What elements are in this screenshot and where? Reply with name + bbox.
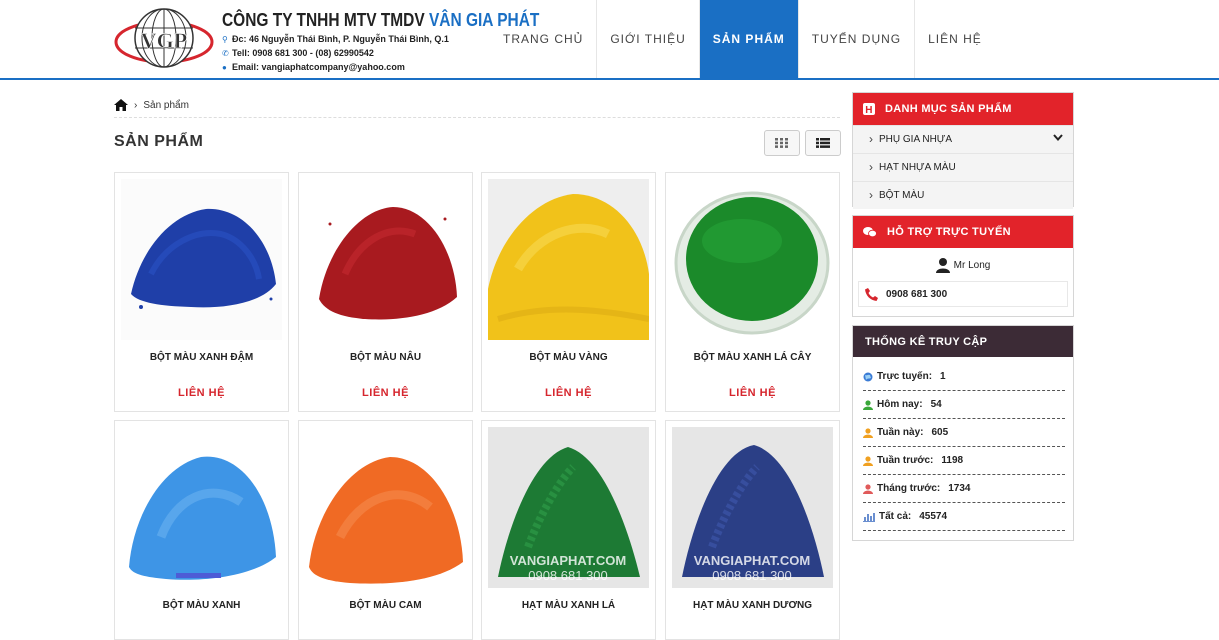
support-person: Mr Long xyxy=(853,258,1073,273)
product-card[interactable]: BỘT MÀU XANH xyxy=(114,420,289,640)
globe-icon xyxy=(863,372,873,381)
watermark-phone: 0908 681 300 xyxy=(528,568,608,583)
product-card[interactable]: BỘT MÀU XANH ĐẬM LIÊN HỆ xyxy=(114,172,289,412)
product-image[interactable]: VANGIAPHAT.COM 0908 681 300 xyxy=(488,427,649,588)
category-item[interactable]: BỘT MÀU xyxy=(853,181,1073,209)
logo-text: VGP xyxy=(141,28,187,53)
product-title[interactable]: HẠT MÀU XANH LÁ xyxy=(482,600,655,611)
stat-today: Hôm nay: 54 xyxy=(863,391,1065,419)
main-nav: TRANG CHỦ GIỚI THIỆU SẢN PHẨM TUYỂN DỤNG… xyxy=(490,0,995,78)
watermark-phone: 0908 681 300 xyxy=(712,568,792,583)
grid-view-button[interactable] xyxy=(764,130,800,156)
breadcrumb: › Sản phẩm xyxy=(114,93,840,118)
product-title[interactable]: BỘT MÀU NÂU xyxy=(299,352,472,363)
product-card[interactable]: BỘT MÀU VÀNG LIÊN HỆ xyxy=(481,172,656,412)
breadcrumb-separator: › xyxy=(134,99,138,111)
product-card[interactable]: BỘT MÀU NÂU LIÊN HỆ xyxy=(298,172,473,412)
support-phone[interactable]: 0908 681 300 xyxy=(858,281,1068,307)
product-image[interactable] xyxy=(305,179,466,340)
phone-icon xyxy=(865,287,878,301)
category-item[interactable]: HẠT NHỰA MÀU xyxy=(853,153,1073,181)
location-icon: ⚲ xyxy=(222,34,228,44)
nav-home[interactable]: TRANG CHỦ xyxy=(490,0,598,78)
product-card[interactable]: BỘT MÀU CAM xyxy=(298,420,473,640)
breadcrumb-current: Sản phẩm xyxy=(143,99,189,111)
support-box: HỖ TRỢ TRỰC TUYẾN Mr Long 0908 681 300 xyxy=(852,215,1074,317)
product-image[interactable] xyxy=(305,427,466,588)
product-image[interactable] xyxy=(121,179,282,340)
stat-last-week: Tuần trước: 1198 xyxy=(863,447,1065,475)
product-image[interactable] xyxy=(488,179,649,340)
watermark-text: VANGIAPHAT.COM xyxy=(510,553,627,568)
product-title[interactable]: BỘT MÀU CAM xyxy=(299,600,472,611)
user-icon xyxy=(863,483,873,494)
product-title[interactable]: BỘT MÀU XANH LÁ CÂY xyxy=(666,352,839,363)
product-card[interactable]: VANGIAPHAT.COM 0908 681 300 HẠT MÀU XANH… xyxy=(665,420,840,640)
stat-last-month: Tháng trước: 1734 xyxy=(863,475,1065,503)
phone-icon: ✆ xyxy=(222,48,229,58)
home-icon[interactable] xyxy=(114,99,128,111)
contact-link[interactable]: LIÊN HỆ xyxy=(115,387,288,399)
nav-careers[interactable]: TUYỂN DỤNG xyxy=(799,0,916,78)
product-card[interactable]: VANGIAPHAT.COM 0908 681 300 HẠT MÀU XANH… xyxy=(481,420,656,640)
product-title[interactable]: BỘT MÀU VÀNG xyxy=(482,352,655,363)
company-logo[interactable]: VGP xyxy=(112,6,216,72)
product-title[interactable]: HẠT MÀU XANH DƯƠNG xyxy=(666,600,839,611)
stat-this-week: Tuần này: 605 xyxy=(863,419,1065,447)
category-box: H DANH MỤC SẢN PHẨM PHỤ GIA NHỰA HẠT NHỰ… xyxy=(852,92,1074,209)
product-image[interactable]: VANGIAPHAT.COM 0908 681 300 xyxy=(672,427,833,588)
user-icon xyxy=(935,258,950,273)
product-image[interactable] xyxy=(672,179,833,340)
contact-link[interactable]: LIÊN HỆ xyxy=(299,387,472,399)
list-icon xyxy=(816,138,830,148)
stat-total: Tất cả: 45574 xyxy=(863,503,1065,531)
category-header: H DANH MỤC SẢN PHẨM xyxy=(853,93,1073,125)
category-item[interactable]: PHỤ GIA NHỰA xyxy=(853,125,1073,153)
product-title[interactable]: BỘT MÀU XANH ĐẬM xyxy=(115,352,288,363)
nav-contact[interactable]: LIÊN HỆ xyxy=(915,0,995,78)
category-icon: H xyxy=(863,103,875,115)
product-title[interactable]: BỘT MÀU XANH xyxy=(115,600,288,611)
nav-products[interactable]: SẢN PHẨM xyxy=(699,0,799,78)
chevron-down-icon[interactable] xyxy=(1053,134,1063,142)
site-header: VGP CÔNG TY TNHH MTV TMDV VÂN GIA PHÁT ⚲… xyxy=(0,0,1219,80)
list-view-button[interactable] xyxy=(805,130,841,156)
user-icon xyxy=(863,427,873,438)
chat-icon xyxy=(863,227,877,238)
stats-box: THỐNG KÊ TRUY CẬP Trực tuyến: 1 Hôm nay: 5… xyxy=(852,325,1074,541)
product-image[interactable] xyxy=(121,427,282,588)
page-title: SẢN PHẨM xyxy=(114,133,204,150)
stats-header: THỐNG KÊ TRUY CẬP xyxy=(853,326,1073,357)
user-icon xyxy=(863,455,873,466)
nav-about[interactable]: GIỚI THIỆU xyxy=(597,0,700,78)
watermark-text: VANGIAPHAT.COM xyxy=(694,553,811,568)
stat-online: Trực tuyến: 1 xyxy=(863,363,1065,391)
contact-link[interactable]: LIÊN HỆ xyxy=(666,387,839,399)
chart-icon xyxy=(863,512,875,522)
support-header: HỖ TRỢ TRỰC TUYẾN xyxy=(853,216,1073,248)
contact-link[interactable]: LIÊN HỆ xyxy=(482,387,655,399)
product-card[interactable]: BỘT MÀU XANH LÁ CÂY LIÊN HỆ xyxy=(665,172,840,412)
email-icon: ● xyxy=(222,62,227,72)
user-icon xyxy=(863,399,873,410)
svg-text:H: H xyxy=(865,105,873,115)
grid-icon xyxy=(775,138,788,148)
